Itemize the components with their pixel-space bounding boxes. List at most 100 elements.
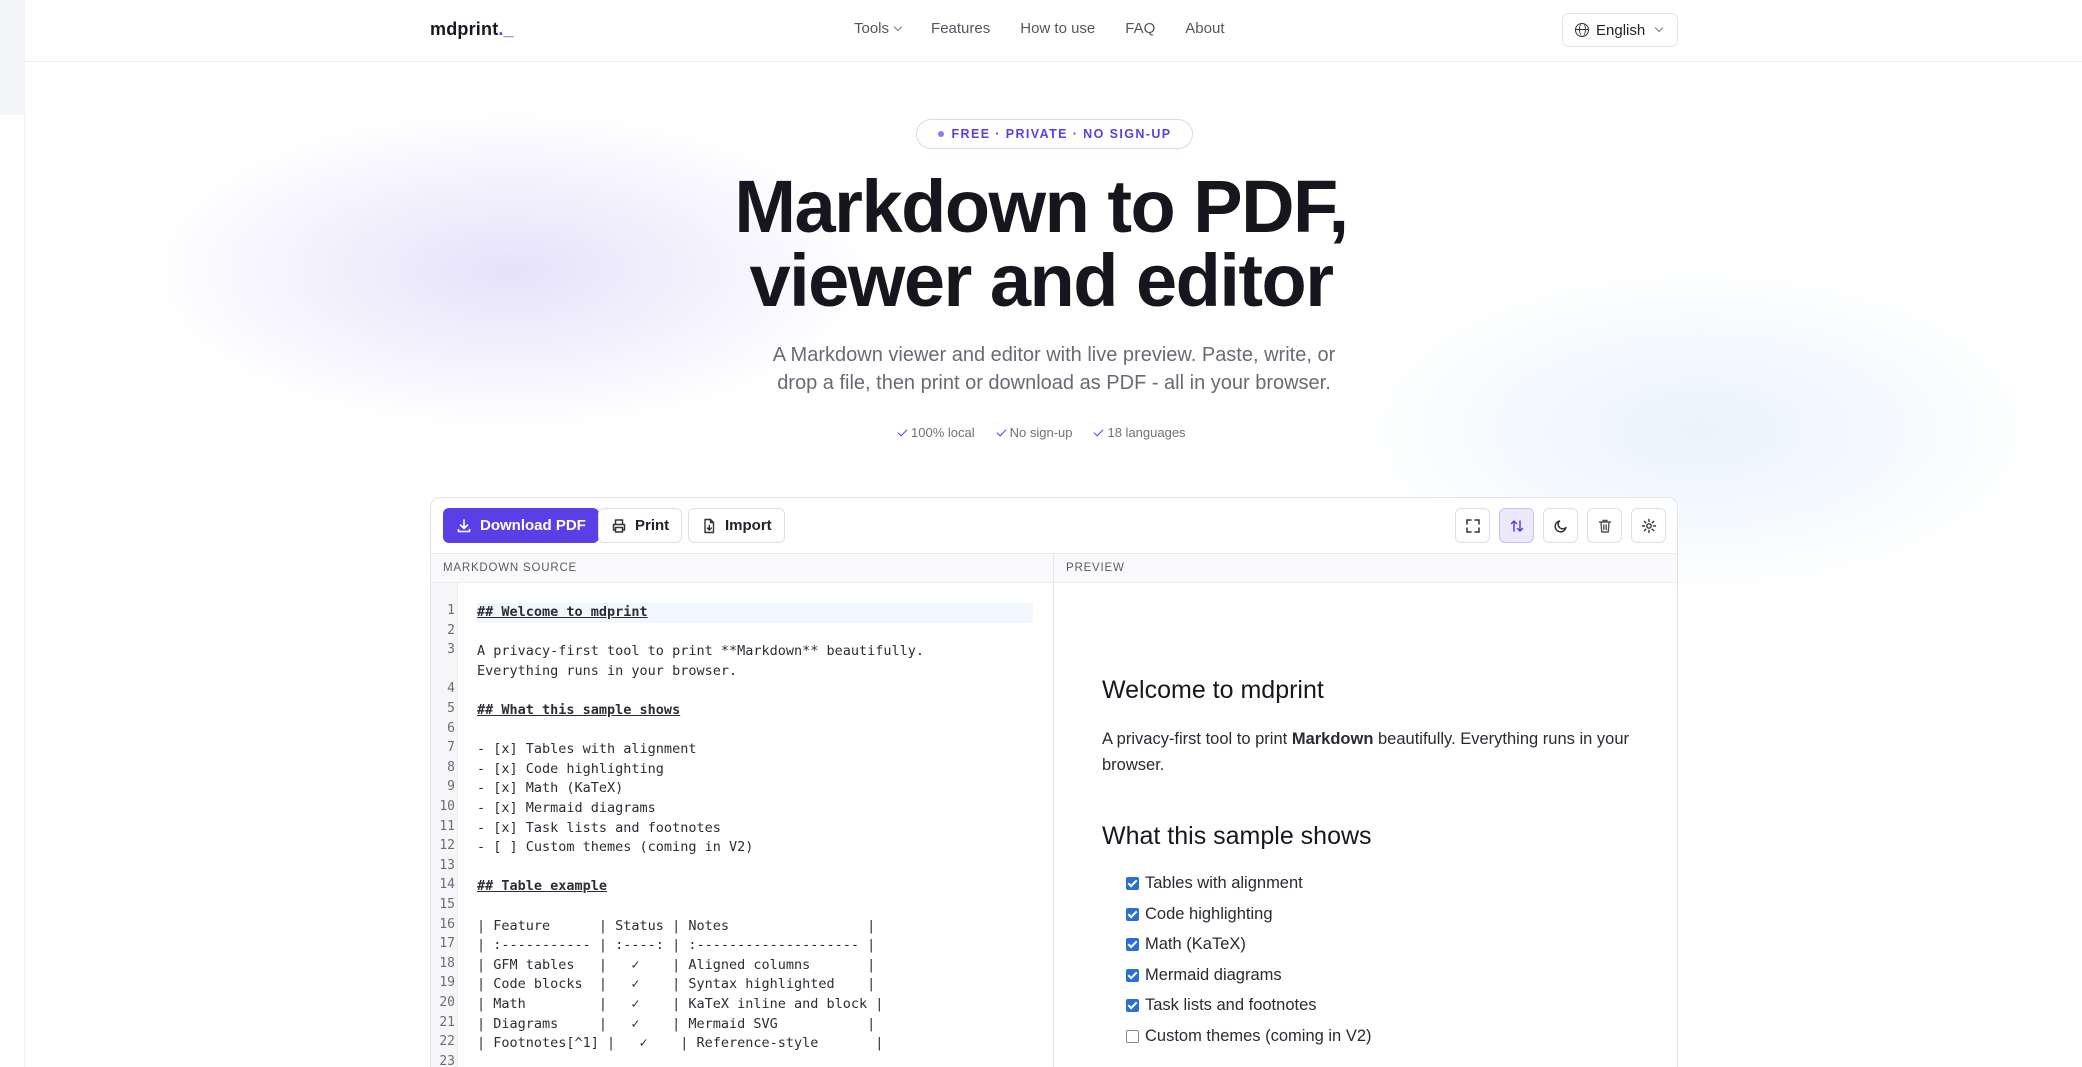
fullscreen-button[interactable] [1455, 508, 1490, 543]
settings-button[interactable] [1631, 508, 1666, 543]
line-number-gutter: 1 2 3 4 5 6 7 8 9 10 11 12 13 14 15 16 17 18 19 20 21 22 23 [431, 583, 458, 1067]
nav-item-about[interactable]: About [1185, 20, 1224, 37]
check-label: 18 languages [1107, 425, 1186, 440]
line-number: 5 [447, 701, 455, 716]
line-number: 23 [439, 1053, 455, 1067]
line-number: 7 [447, 740, 455, 756]
para-bold: Markdown [1291, 730, 1374, 748]
subtitle-line-2: drop a file, then print or download as P… [777, 372, 1331, 394]
badge-text: FREE · PRIVATE · NO SIGN-UP [951, 127, 1172, 141]
code-line: - [x] Tables with alignment [477, 741, 697, 758]
checkbox-checked-icon[interactable] [1126, 877, 1139, 890]
code-line: - [x] Code highlighting [477, 760, 664, 777]
logo[interactable]: mdprint._ [430, 19, 514, 40]
check-icon [1094, 426, 1104, 436]
task-item: Tables with alignment [1126, 874, 1303, 893]
code-line: A privacy-first tool to print **Markdown… [477, 643, 925, 660]
checkbox-checked-icon[interactable] [1126, 938, 1139, 951]
line-number: 9 [447, 779, 455, 795]
line-number: 4 [447, 681, 455, 697]
download-icon [457, 518, 471, 532]
fullscreen-icon [1465, 518, 1480, 533]
logo-suffix: ._ [498, 19, 514, 39]
checkbox-checked-icon[interactable] [1126, 968, 1139, 982]
line-number: 8 [447, 759, 455, 775]
clear-button[interactable] [1587, 508, 1622, 543]
para-text: A privacy-first tool to print [1102, 730, 1292, 748]
main-nav: Tools Features How to use FAQ About [854, 20, 1225, 37]
check-item: 18 languages [1094, 425, 1186, 440]
import-button[interactable]: Import [688, 508, 785, 543]
task-item: Code highlighting [1126, 905, 1273, 924]
sync-scroll-button[interactable] [1499, 508, 1534, 543]
preview-pane: PREVIEW Welcome to mdprint A privacy-fir… [1054, 554, 1677, 1067]
line-number: 16 [439, 916, 455, 932]
code-line: - [x] Task lists and footnotes [477, 819, 721, 836]
line-number: 18 [439, 955, 455, 971]
nav-item-tools[interactable]: Tools [854, 20, 903, 37]
task-item: Math (KaTeX) [1126, 935, 1246, 954]
nav-item-how-to-use[interactable]: How to use [1020, 20, 1095, 37]
line-number: 11 [439, 818, 455, 834]
line-number: 2 [447, 622, 455, 638]
task-label: Tables with alignment [1145, 874, 1303, 892]
import-label: Import [725, 517, 772, 534]
app-toolbar: Download PDF Print Import [431, 498, 1677, 554]
code-line: - [ ] Custom themes (coming in V2) [477, 839, 754, 856]
language-select[interactable]: English [1562, 13, 1678, 47]
page-title: Markdown to PDF, viewer and editor [0, 170, 2082, 318]
download-pdf-button[interactable]: Download PDF [443, 508, 599, 543]
theme-moon-icon [1553, 519, 1567, 533]
check-item: No sign-up [996, 425, 1073, 440]
line-number: 17 [439, 936, 455, 952]
left-edge-strip [0, 0, 25, 1067]
chevron-down-icon [1654, 23, 1664, 33]
download-label: Download PDF [480, 517, 586, 534]
checkbox-unchecked-icon[interactable] [1126, 1029, 1139, 1043]
code-line: | Footnotes[^1] | ✓ | Reference-style | [477, 1035, 884, 1052]
settings-icon [1641, 518, 1656, 533]
hero-badge: FREE · PRIVATE · NO SIGN-UP [916, 119, 1193, 149]
line-number: 14 [439, 877, 455, 893]
line-number: 1 [447, 603, 455, 618]
code-line: | GFM tables | ✓ | Aligned columns | [477, 956, 876, 973]
language-label: English [1596, 21, 1646, 39]
task-label: Task lists and footnotes [1145, 996, 1317, 1014]
code-line: - [x] Math (KaTeX) [477, 780, 624, 797]
preview-heading-welcome: Welcome to mdprint [1102, 676, 1324, 704]
line-number: 21 [439, 1014, 455, 1030]
hero-subtitle: A Markdown viewer and editor with live p… [740, 341, 1368, 397]
preview-paragraph: A privacy-first tool to print Markdown b… [1102, 726, 1642, 778]
file-import-icon [704, 518, 715, 533]
check-item: 100% local [897, 425, 975, 440]
code-line: | Feature | Status | Notes | [477, 917, 876, 934]
code-line: ## Table example [477, 878, 608, 895]
task-item: Custom themes (coming in V2) [1126, 1027, 1372, 1046]
globe-icon [1575, 23, 1589, 37]
task-label: Mermaid diagrams [1145, 965, 1282, 984]
line-number: 15 [439, 897, 455, 912]
nav-item-faq[interactable]: FAQ [1125, 20, 1155, 37]
line-number: 3 [447, 642, 455, 658]
check-label: 100% local [911, 425, 975, 440]
top-header: mdprint._ Tools Features How to use FAQ … [25, 0, 2082, 62]
markdown-editor[interactable]: 1 2 3 4 5 6 7 8 9 10 11 12 13 14 15 16 17 18 19 20 21 22 23 ##… [431, 583, 1053, 1067]
logo-text: mdprint [430, 19, 499, 39]
line-number: 10 [439, 799, 455, 814]
print-label: Print [635, 517, 670, 534]
code-line: - [x] Mermaid diagrams [477, 800, 656, 816]
task-item: Mermaid diagrams [1126, 966, 1282, 985]
feature-checks: 100% local No sign-up 18 languages [897, 425, 1186, 440]
nav-item-features[interactable]: Features [931, 20, 990, 37]
theme-toggle-button[interactable] [1543, 508, 1578, 543]
code-line: | Code blocks | ✓ | Syntax highlighted | [477, 976, 876, 993]
print-button[interactable]: Print [598, 508, 683, 543]
task-item: Task lists and footnotes [1126, 996, 1317, 1015]
editor-app: Download PDF Print Import MARKDOWN SOURC… [430, 497, 1678, 1067]
checkbox-checked-icon[interactable] [1126, 907, 1139, 921]
checkbox-checked-icon[interactable] [1126, 999, 1139, 1012]
line-number: 13 [439, 857, 455, 873]
nav-item-label: Tools [854, 20, 890, 37]
check-label: No sign-up [1009, 425, 1073, 440]
code-line: | Diagrams | ✓ | Mermaid SVG | [477, 1015, 876, 1032]
